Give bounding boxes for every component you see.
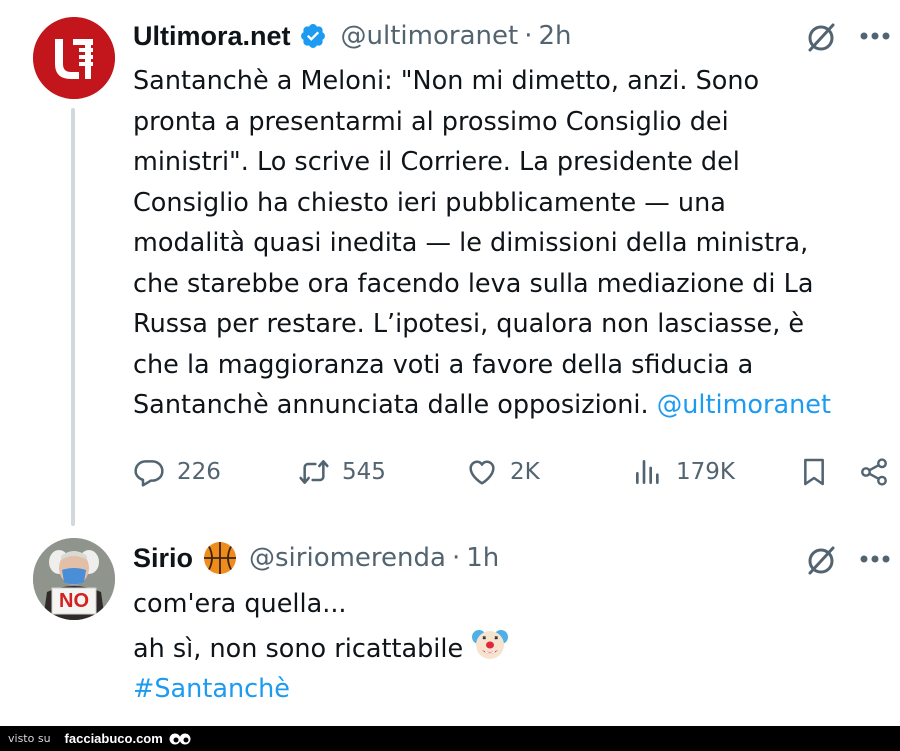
like-button[interactable]: 2K — [466, 452, 540, 492]
bar-chart-icon — [636, 460, 659, 484]
more-dots-icon[interactable] — [859, 554, 891, 564]
display-name[interactable]: Sirio — [133, 543, 193, 574]
handle[interactable]: @siriomerenda — [249, 543, 446, 573]
timestamp[interactable]: 1h — [466, 543, 499, 573]
reply-count: 226 — [177, 459, 221, 485]
eyes-logo-icon — [169, 733, 191, 744]
tweet-text: Santanchè a Meloni: "Non mi dimetto, anz… — [133, 61, 893, 426]
bookmark-icon — [804, 458, 824, 486]
tweet-header: Sirio @siriomerenda · 1h — [133, 536, 499, 580]
tweet-text: com'era quella... ah sì, non sono ricatt… — [133, 584, 833, 710]
text-line: che la maggioranza voti a favore della s… — [133, 349, 754, 380]
handle[interactable]: @ultimoranet — [341, 21, 519, 51]
like-count: 2K — [510, 459, 540, 485]
tweet-header: Ultimora.net @ultimoranet · 2h — [133, 14, 571, 58]
hashtag-link[interactable]: #Santanchè — [133, 669, 833, 710]
text-line: com'era quella... — [133, 589, 347, 619]
text-line: modalità quasi inedita — le dimissioni d… — [133, 228, 809, 258]
tweet-ultimora[interactable]: Ultimora.net @ultimoranet · 2h Santanchè… — [0, 0, 900, 530]
thread-connector-line — [71, 108, 75, 526]
share-button[interactable] — [858, 452, 890, 492]
heart-icon — [469, 460, 495, 485]
speech-bubble-icon — [134, 460, 164, 487]
mention-link[interactable]: @ultimoranet — [657, 390, 831, 420]
text-line-with-emoji: ah sì, non sono ricattabile — [133, 625, 833, 670]
timestamp[interactable]: 2h — [538, 21, 571, 51]
grok-slash-icon[interactable] — [804, 20, 838, 54]
text-line: ah sì, non sono ricattabile — [133, 633, 464, 664]
visto-su-label: visto su — [8, 732, 51, 745]
grok-slash-icon[interactable] — [804, 543, 838, 577]
text-line: Russa per restare. L’ipotesi, qualora no… — [133, 309, 805, 339]
text-line: Consiglio ha chiesto ieri pubblicamente … — [133, 187, 726, 218]
repost-button[interactable]: 545 — [298, 452, 386, 492]
separator-dot: · — [451, 543, 461, 573]
share-icon — [861, 458, 887, 486]
basketball-emoji-icon — [204, 542, 237, 574]
ultimora-logo — [33, 17, 115, 99]
text-line-last: Santanchè annunciata dalle opposizioni. … — [133, 385, 893, 426]
display-name[interactable]: Ultimora.net — [133, 21, 291, 52]
text-line: pronta a presentarmi al prossimo Consigl… — [133, 106, 729, 137]
views-button[interactable]: 179K — [632, 452, 735, 492]
views-count: 179K — [676, 459, 735, 485]
text-line: che starebbe ora facendo leva sulla medi… — [133, 268, 814, 299]
text-line: ministri". Lo scrive il Corriere. La pre… — [133, 147, 740, 177]
text-line: Santanchè a Meloni: "Non mi dimetto, anz… — [133, 66, 760, 96]
more-dots-icon[interactable] — [859, 31, 891, 41]
clown-emoji-icon — [472, 629, 509, 659]
bookmark-button[interactable] — [798, 452, 830, 492]
site-name: facciabuco.com — [64, 731, 163, 746]
reply-button[interactable]: 226 — [133, 452, 221, 492]
repost-count: 545 — [342, 459, 386, 485]
avatar[interactable] — [33, 17, 115, 99]
verified-badge-icon — [300, 24, 325, 48]
repost-arrows-icon — [299, 460, 329, 484]
watermark-bar: visto su facciabuco.com — [0, 726, 900, 751]
text-line: Santanchè annunciata dalle opposizioni. — [133, 390, 649, 420]
separator-dot: · — [524, 21, 533, 51]
